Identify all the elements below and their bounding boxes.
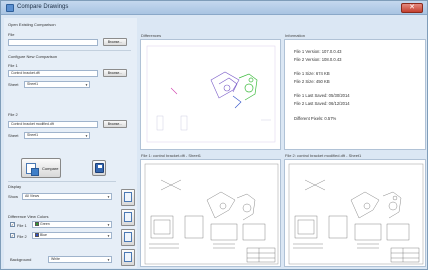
compare-icon [26, 163, 39, 176]
file1-size: File 1 Size: 674 KB [294, 71, 330, 76]
app-icon [6, 4, 14, 12]
difference-drawing [146, 45, 276, 143]
browse-button[interactable]: Browse... [103, 38, 127, 46]
show-value: All Views [25, 194, 40, 198]
display-group-label: Display [8, 184, 22, 189]
file2-color-swatch [35, 233, 39, 238]
file-label: File [8, 32, 15, 37]
compare-label: Compare [42, 166, 59, 171]
pan-icon [124, 232, 132, 242]
divider [8, 50, 131, 51]
browse-file2-button[interactable]: Browse... [103, 120, 127, 128]
save-icon [95, 163, 104, 173]
zoom-window-button[interactable] [121, 209, 135, 226]
chevron-down-icon: ▼ [85, 83, 88, 87]
file2-version: File 2 Version: 108.0.0.43 [294, 57, 342, 62]
file1-color-checkbox[interactable]: ✓ [10, 222, 15, 227]
background-value: White [51, 257, 60, 261]
file2-last-saved: File 2 Last Saved: 06/12/2014 [294, 101, 350, 106]
file1-view[interactable] [140, 159, 281, 267]
file1-label: File 1 [8, 63, 18, 68]
file1-last-saved: File 1 Last Saved: 05/30/2014 [294, 93, 350, 98]
difference-panel-title: Differences [141, 33, 162, 38]
file1-color-label: File 1 [17, 223, 27, 228]
sheet2-value: Sheet1 [27, 133, 39, 137]
background-label: Background [10, 257, 32, 262]
file2-color-label: File 2 [17, 234, 27, 239]
file1-color-value: Green [40, 222, 50, 226]
difference-colors-group-label: Difference View Colors [8, 214, 49, 219]
chevron-down-icon: ▼ [107, 195, 110, 199]
sheet1-value: Sheet1 [27, 82, 39, 86]
sheet1-select[interactable]: Sheet1 ▼ [24, 81, 90, 88]
sheet2-label: Sheet [8, 133, 19, 138]
pan-button[interactable] [121, 229, 135, 246]
close-button[interactable]: ✕ [401, 3, 423, 13]
zoom-icon [124, 252, 132, 262]
application-window: Compare Drawings ✕ Open Existing Compari… [0, 0, 428, 270]
sheet1-label: Sheet [8, 82, 19, 87]
chevron-down-icon: ▼ [107, 258, 110, 262]
zoom-window-icon [124, 212, 132, 222]
open-existing-group-label: Open Existing Comparison [8, 22, 56, 27]
information-panel: File 1 Version: 107.0.0.43 File 2 Versio… [284, 39, 426, 150]
left-panel: Open Existing Comparison File Browse... … [4, 18, 137, 268]
file1-field[interactable]: Control bracket.dft [8, 70, 98, 77]
chevron-down-icon: ▼ [107, 223, 110, 227]
file2-size: File 2 Size: 450 KB [294, 79, 330, 84]
file1-view-title: File 1: control bracket.dft - Sheet1 [141, 153, 202, 158]
file1-drawing [144, 163, 279, 265]
information-panel-title: Information [285, 33, 306, 38]
background-select[interactable]: White ▼ [48, 256, 112, 263]
browse-file1-button[interactable]: Browse... [103, 69, 127, 77]
window-title: Compare Drawings [17, 4, 69, 10]
chevron-down-icon: ▼ [107, 234, 110, 238]
file1-color-swatch [35, 222, 39, 227]
file2-field[interactable]: Control bracket modified.dft [8, 121, 98, 128]
file2-view[interactable] [284, 159, 426, 267]
configure-new-group-label: Configure New Comparison [8, 54, 58, 59]
file-field[interactable] [8, 39, 98, 46]
chevron-down-icon: ▼ [85, 134, 88, 138]
zoom-button[interactable] [121, 249, 135, 266]
file2-color-checkbox[interactable]: ✓ [10, 233, 15, 238]
file2-label: File 2 [8, 112, 18, 117]
compare-button[interactable]: Compare [21, 158, 61, 178]
zoom-fit-icon [124, 192, 132, 202]
file1-color-select[interactable]: Green ▼ [32, 221, 112, 228]
file2-color-value: Blue [40, 233, 48, 237]
file2-view-title: File 2: control bracket modified.dft - S… [285, 153, 362, 158]
file1-version: File 1 Version: 107.0.0.43 [294, 49, 342, 54]
show-label: Show [8, 194, 19, 199]
save-button[interactable] [92, 160, 106, 176]
file2-color-select[interactable]: Blue ▼ [32, 232, 112, 239]
file2-drawing [288, 163, 424, 265]
different-pixels: Different Pixels: 0.57% [294, 116, 337, 121]
zoom-fit-button[interactable] [121, 189, 135, 206]
title-bar: Compare Drawings ✕ [1, 1, 427, 15]
divider [8, 181, 116, 182]
sheet2-select[interactable]: Sheet1 ▼ [24, 132, 90, 139]
show-select[interactable]: All Views ▼ [22, 193, 112, 200]
difference-view[interactable] [140, 39, 281, 150]
